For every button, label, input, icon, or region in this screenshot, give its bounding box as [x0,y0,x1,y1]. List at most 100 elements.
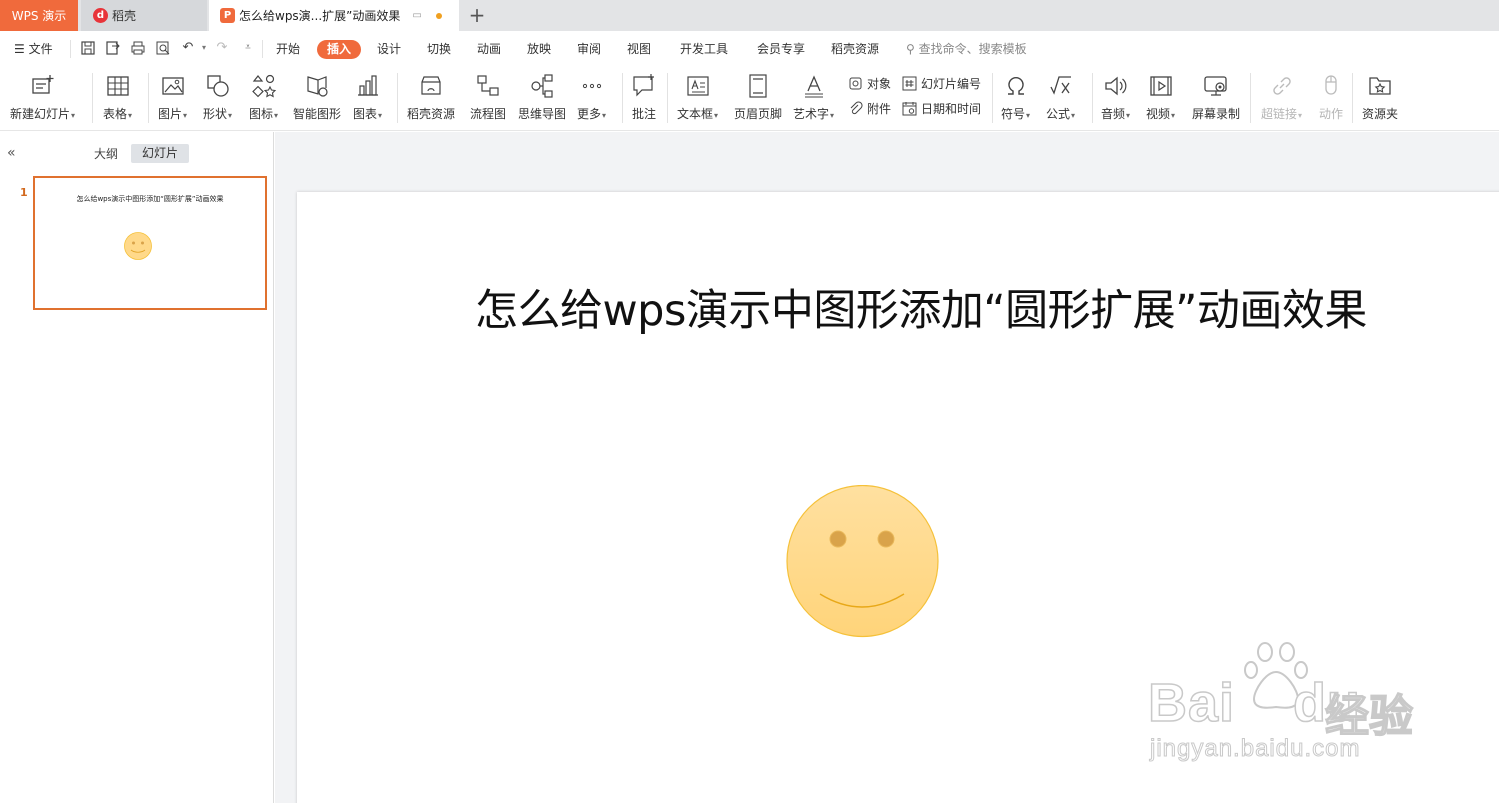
divider [148,73,149,123]
table-button[interactable]: 表格▾ [103,71,132,127]
menu-transition[interactable]: 切换 [427,40,451,59]
shape-label: 形状 [203,107,228,121]
smart-art-label: 智能图形 [293,107,342,121]
screen-record-button[interactable]: 屏幕录制 [1192,71,1240,127]
new-slide-label: 新建幻灯片 [10,107,71,121]
screen-icon[interactable]: ▭ [412,10,421,21]
watermark-url: jingyan.baidu.com [1149,735,1361,763]
menu-bar: ☰ 文件 ↶ ▾ ↷ ⩡ 开始 插入 设计 切换 动画 放映 审阅 视图 开发工… [0,31,1499,67]
smart-art-button[interactable]: 智能图形 [293,71,341,127]
smiley-face-shape[interactable] [785,485,940,640]
divider [397,73,398,123]
command-search[interactable]: ⚲ 查找命令、搜索模板 [906,40,1027,59]
more-button[interactable]: 更多▾ [577,71,606,127]
chart-label: 图表 [353,107,378,121]
slide-number-button[interactable]: 幻灯片编号 [902,74,981,92]
picture-icon [161,77,184,95]
video-icon [1149,76,1172,96]
screen-record-icon [1204,76,1227,96]
chart-button[interactable]: 图表▾ [353,71,382,127]
comment-button[interactable]: 批注 [631,71,657,127]
menu-view[interactable]: 视图 [627,40,651,59]
icon-button[interactable]: 图标▾ [249,71,278,127]
customize-toolbar-icon[interactable]: ⩡ [240,40,256,56]
header-footer-button[interactable]: 页眉页脚 [734,71,782,127]
action-button: 动作 [1318,71,1344,127]
menu-daoke-resources[interactable]: 稻壳资源 [831,40,879,59]
menu-developer[interactable]: 开发工具 [680,40,728,59]
audio-button[interactable]: 音频▾ [1101,71,1130,127]
baidu-jingyan-watermark: Bai du 经验 jingyan.baidu.com [1147,640,1423,775]
formula-button[interactable]: 公式▾ [1046,71,1075,127]
resource-shop-icon [421,76,441,95]
mindmap-button[interactable]: 思维导图 [518,71,566,127]
paperclip-icon [850,100,863,114]
picture-button[interactable]: 图片▾ [158,71,187,127]
more-icon [582,83,601,89]
textbox-button[interactable]: 文本框▾ [677,71,718,127]
flowchart-button[interactable]: 流程图 [470,71,506,127]
date-time-button[interactable]: 日期和时间 [902,99,981,117]
flowchart-icon [477,75,499,96]
wordart-button[interactable]: 艺术字▾ [793,71,834,127]
print-preview-icon[interactable] [155,40,171,56]
file-menu[interactable]: ☰ 文件 [14,40,53,59]
mouse-icon [1325,75,1337,95]
new-slide-button[interactable]: 新建幻灯片▾ [10,71,75,127]
tab-outline[interactable]: 大纲 [94,145,118,162]
date-time-label: 日期和时间 [921,101,982,116]
shape-button[interactable]: 形状▾ [203,71,232,127]
symbol-button[interactable]: 符号▾ [1001,71,1030,127]
tab-document-label: 怎么给wps演...扩展”动画效果 [239,9,401,23]
action-label: 动作 [1318,107,1343,121]
thumbnail-title: 怎么给wps演示中图形添加“圆形扩展”动画效果 [76,195,224,203]
omega-icon [1007,76,1024,95]
undo-dropdown-icon[interactable]: ▾ [196,40,212,56]
menu-member[interactable]: 会员专享 [757,40,805,59]
table-label: 表格 [103,107,128,121]
textbox-label: 文本框 [677,107,714,121]
attachment-button[interactable]: 附件 [848,99,891,117]
save-icon[interactable] [80,40,96,56]
tab-slides[interactable]: 幻灯片 [131,144,190,163]
resource-folder-label: 资源夹 [1362,107,1399,121]
thumbnail-smiley-icon [124,232,152,260]
menu-review[interactable]: 审阅 [577,40,601,59]
menu-design[interactable]: 设计 [377,40,401,59]
smiley-left-eye [829,530,847,548]
menu-animation[interactable]: 动画 [477,40,501,59]
object-button[interactable]: 对象 [848,74,891,92]
tab-daoke[interactable]: d 稻壳 [81,0,207,31]
menu-start[interactable]: 开始 [276,40,300,59]
slide-index: 1 [20,186,28,199]
smart-art-icon [307,76,328,97]
export-pdf-icon[interactable] [105,40,121,56]
hash-icon [902,76,917,90]
slide-thumbnail[interactable]: 怎么给wps演示中图形添加“圆形扩展”动画效果 [33,176,267,310]
formula-icon [1049,76,1071,95]
menu-insert[interactable]: 插入 [317,40,362,59]
app-menu-tab[interactable]: WPS 演示 [0,0,78,31]
wordart-icon [804,75,823,98]
hyperlink-label: 超链接 [1261,107,1298,121]
menu-slideshow[interactable]: 放映 [527,40,551,59]
shape-icon [206,75,229,97]
comment-label: 批注 [631,107,656,121]
resource-folder-button[interactable]: 资源夹 [1362,71,1398,127]
mindmap-icon [531,74,553,98]
tab-document[interactable]: P 怎么给wps演...扩展”动画效果 ▭ [209,0,459,31]
video-button[interactable]: 视频▾ [1146,71,1175,127]
new-tab-button[interactable]: + [466,4,488,26]
calendar-icon [902,101,917,115]
more-label: 更多 [577,107,602,121]
daoke-logo-icon: d [93,8,108,23]
presentation-file-icon: P [220,8,235,23]
print-icon[interactable] [130,40,146,56]
speaker-icon [1104,76,1126,96]
slide-title[interactable]: 怎么给wps演示中图形添加“圆形扩展”动画效果 [475,276,1367,338]
divider [667,73,668,123]
hyperlink-button: 超链接▾ [1261,71,1302,127]
collapse-panel-icon[interactable]: « [7,145,16,161]
undo-icon[interactable]: ↶ [180,40,196,56]
daoke-resources-button[interactable]: 稻壳资源 [407,71,455,127]
